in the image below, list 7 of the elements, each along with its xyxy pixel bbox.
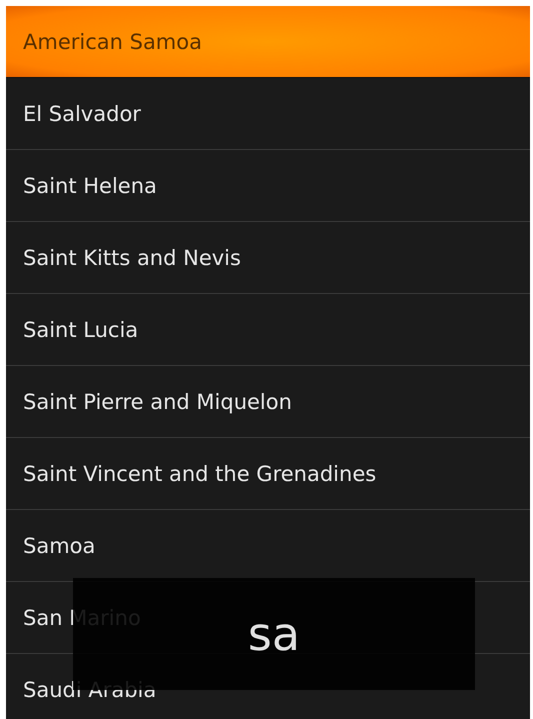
list-item[interactable]: American Samoa: [6, 6, 530, 78]
list-item[interactable]: Saint Pierre and Miquelon: [6, 366, 530, 438]
list-item[interactable]: El Salvador: [6, 78, 530, 150]
list-item[interactable]: Saint Kitts and Nevis: [6, 222, 530, 294]
list-item[interactable]: Saint Helena: [6, 150, 530, 222]
list-item[interactable]: Saint Vincent and the Grenadines: [6, 438, 530, 510]
list-item[interactable]: Saint Lucia: [6, 294, 530, 366]
